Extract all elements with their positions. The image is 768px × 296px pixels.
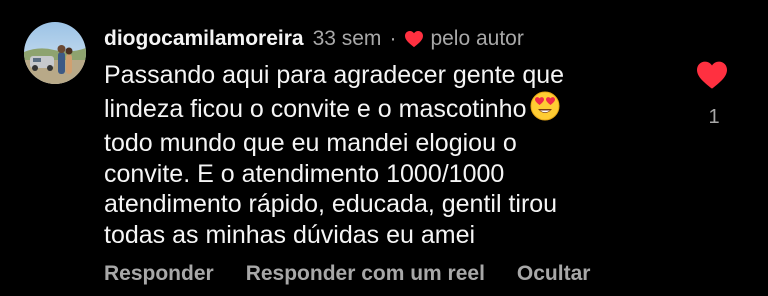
like-button[interactable] (695, 60, 733, 90)
comment-line: lindeza ficou o convite e o mascotinho (104, 94, 527, 123)
comment-line: Passando aqui para agradecer gente que (104, 61, 565, 89)
username[interactable]: diogocamilamoreira (104, 27, 304, 51)
avatar[interactable] (24, 22, 86, 84)
separator: · (389, 27, 397, 50)
comment-line: atendimento rápido, educada, gentil tiro… (104, 190, 558, 218)
hide-button[interactable]: Ocultar (517, 262, 591, 286)
comment-line: convite. E o atendimento 1000/1000 (104, 159, 505, 188)
comment-time: 33 sem (312, 27, 382, 50)
comment-actions: Responder Responder com um reel Ocultar (104, 262, 590, 286)
heart-filled-icon (697, 61, 727, 89)
reply-with-reel-button[interactable]: Responder com um reel (246, 262, 485, 286)
comment-text: Passando aqui para agradecer gente que l… (104, 60, 664, 250)
heart-icon (404, 30, 424, 48)
comment-line: todas as minhas dúvidas eu amei (104, 220, 476, 249)
author-like-label: pelo autor (430, 27, 524, 50)
heart-eyes-emoji (530, 91, 560, 129)
comment-line: todo mundo que eu mandei elogiou o (104, 129, 517, 157)
reply-button[interactable]: Responder (104, 262, 214, 286)
like-count: 1 (708, 106, 720, 128)
avatar-photo (24, 22, 86, 84)
comment-header: diogocamilamoreira 33 sem · pelo autor (104, 24, 524, 54)
comment: diogocamilamoreira 33 sem · pelo autor P… (0, 0, 768, 296)
comment-line-with-emoji: lindeza ficou o convite e o mascotinho (104, 91, 664, 129)
